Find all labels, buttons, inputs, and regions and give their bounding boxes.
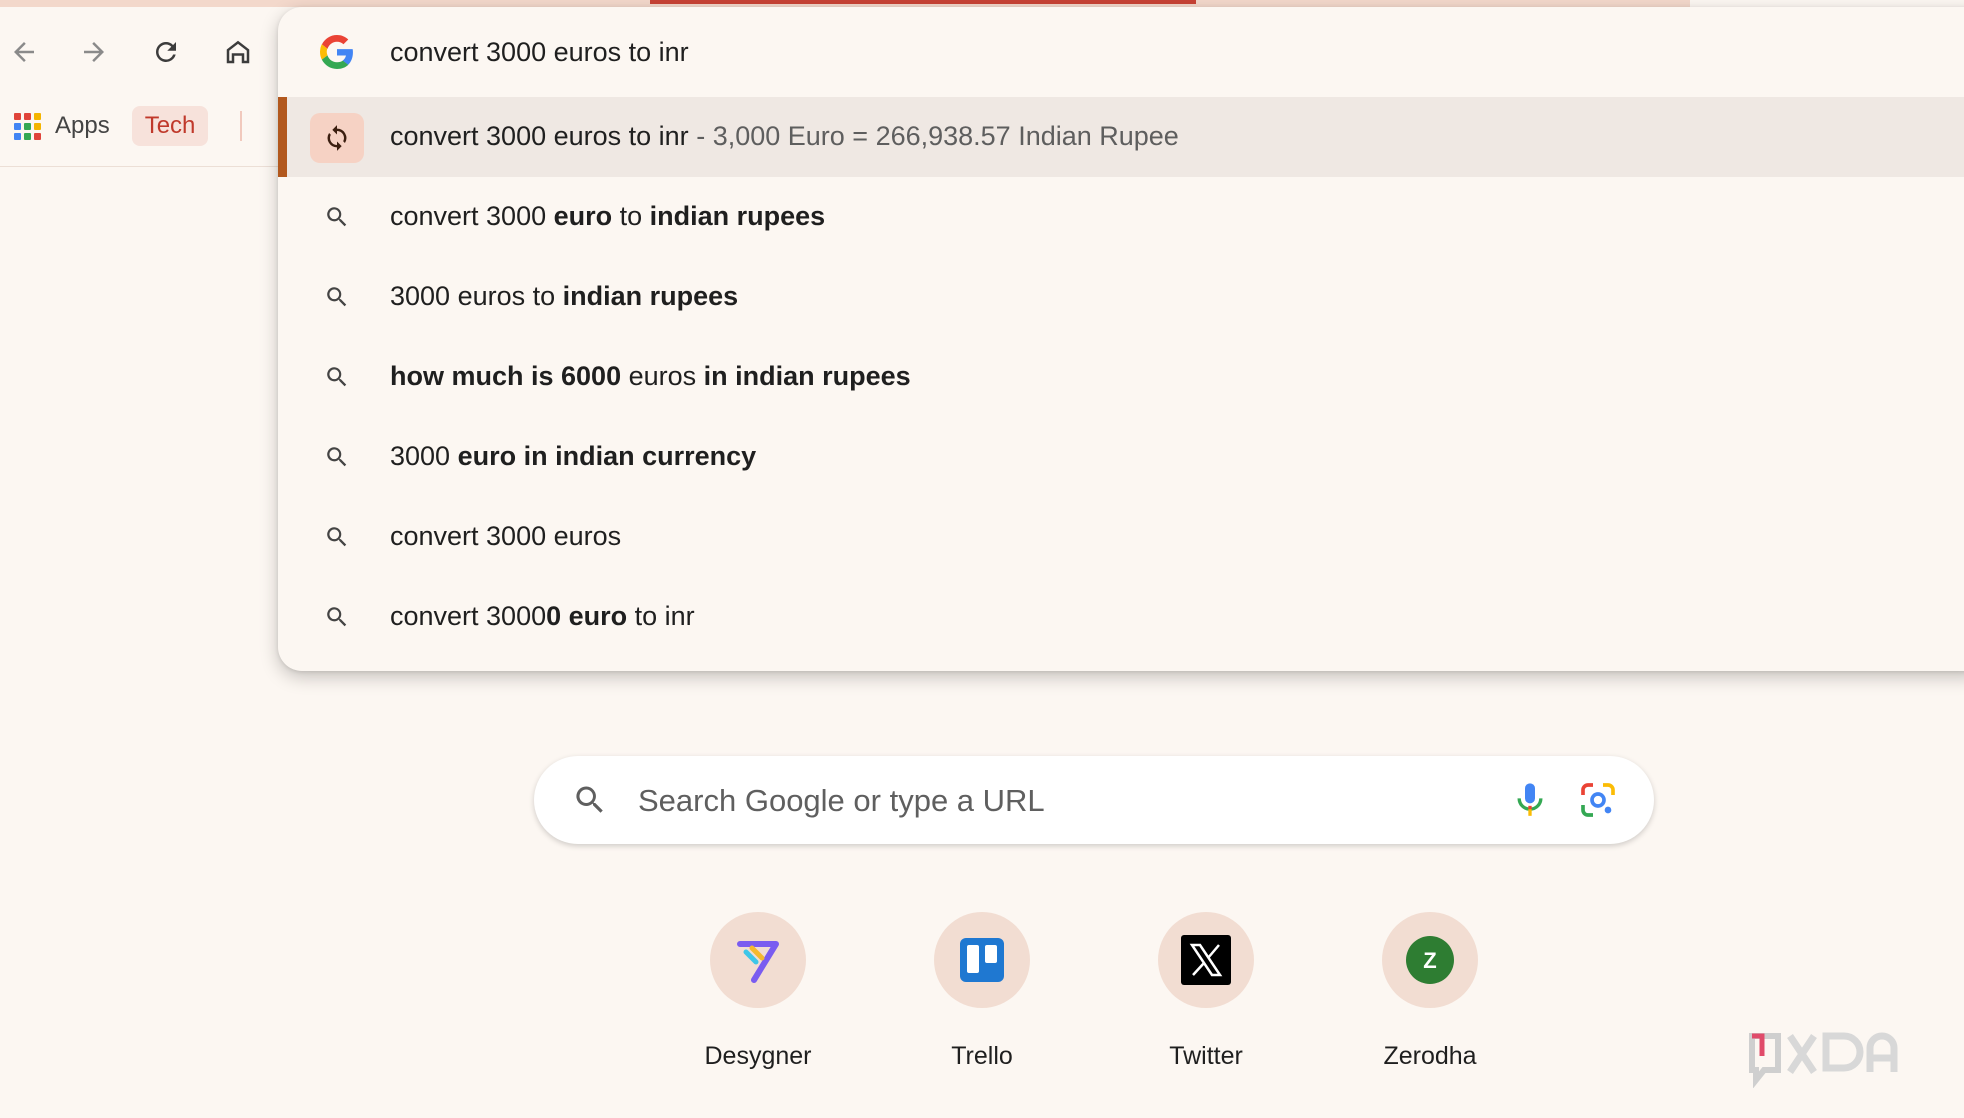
shortcut-twitter[interactable]: Twitter: [1126, 912, 1286, 1082]
search-icon: [327, 607, 347, 627]
shortcut-zerodha[interactable]: Z Zerodha: [1350, 912, 1510, 1082]
shortcut-desygner[interactable]: Desygner: [678, 912, 838, 1082]
suggestion-item[interactable]: 3000 euros to indian rupees: [278, 257, 1964, 337]
shortcut-label: Twitter: [1169, 1042, 1243, 1070]
tech-bookmark[interactable]: Tech: [131, 106, 209, 146]
arrow-right-icon: [84, 42, 104, 62]
search-icon: [327, 527, 347, 547]
bookmarks-bar: Apps Tech: [14, 104, 243, 148]
shortcut-label: Zerodha: [1383, 1042, 1477, 1070]
home-icon: [226, 40, 250, 64]
arrow-left-icon: [14, 42, 34, 62]
toolbar-divider: [0, 166, 280, 167]
search-icon: [327, 287, 347, 307]
zerodha-letter: Z: [1423, 948, 1436, 973]
xda-watermark-logo: [1749, 1032, 1898, 1088]
google-g-icon: [320, 35, 353, 69]
shortcut-label: Trello: [951, 1042, 1013, 1070]
microphone-icon[interactable]: [1510, 780, 1550, 820]
suggestion-text: convert 3000 euro to indian rupees: [390, 201, 826, 231]
apps-grid-icon: [14, 112, 41, 140]
omnibox-dropdown: convert 3000 euros to inr convert 3000 e…: [278, 7, 1964, 671]
suggestion-text: 3000 euro in indian currency: [390, 441, 757, 471]
bookmark-separator: [240, 111, 243, 141]
reload-icon: [156, 42, 176, 62]
shortcut-tile: [1158, 912, 1254, 1008]
loading-bar-fill: [650, 0, 1196, 4]
omnibox-query-text: convert 3000 euros to inr: [390, 37, 689, 67]
suggestion-text: convert 30000 euro to inr: [390, 601, 695, 631]
shortcut-tile: [934, 912, 1030, 1008]
suggestion-conversion[interactable]: convert 3000 euros to inr - 3,000 Euro =…: [278, 97, 1964, 177]
shortcut-tile: Z: [1382, 912, 1478, 1008]
reload-button[interactable]: [144, 30, 188, 74]
suggestion-item[interactable]: convert 3000 euros: [278, 497, 1964, 577]
desygner-icon: [737, 941, 779, 983]
x-logo-icon: [1181, 935, 1231, 985]
shortcut-trello[interactable]: Trello: [902, 912, 1062, 1082]
zerodha-icon: Z: [1406, 936, 1454, 984]
suggestion-item[interactable]: convert 30000 euro to inr: [278, 577, 1964, 657]
search-icon: [327, 207, 347, 227]
suggestion-text: convert 3000 euros: [390, 521, 622, 551]
conversion-answer: - 3,000 Euro = 266,938.57 Indian Rupee: [696, 121, 1179, 151]
search-icon: [327, 367, 347, 387]
suggestion-text: how much is 6000 euros in indian rupees: [390, 361, 911, 391]
search-placeholder: Search Google or type a URL: [638, 783, 1045, 818]
forward-button[interactable]: [72, 30, 116, 74]
selection-indicator: [278, 97, 287, 177]
conversion-badge: [310, 113, 364, 163]
search-icon: [327, 447, 347, 467]
ntp-search-box[interactable]: Search Google or type a URL: [534, 756, 1654, 844]
home-button[interactable]: [216, 30, 260, 74]
suggestion-text: 3000 euros to indian rupees: [390, 281, 739, 311]
back-button[interactable]: [2, 30, 46, 74]
shortcut-tile: [710, 912, 806, 1008]
suggestion-item[interactable]: how much is 6000 euros in indian rupees: [278, 337, 1964, 417]
omnibox-input-row[interactable]: convert 3000 euros to inr: [278, 7, 1964, 97]
search-icon: [576, 786, 603, 813]
suggestion-text: convert 3000 euros to inr - 3,000 Euro =…: [390, 121, 1179, 151]
suggestion-item[interactable]: convert 3000 euro to indian rupees: [278, 177, 1964, 257]
trello-icon: [960, 938, 1004, 982]
shortcut-label: Desygner: [704, 1042, 812, 1070]
browser-toolbar: Apps Tech: [0, 0, 280, 170]
apps-label: Apps: [55, 112, 110, 139]
currency-conversion-icon: [327, 125, 347, 151]
google-lens-icon[interactable]: [1578, 780, 1618, 820]
suggestion-item[interactable]: 3000 euro in indian currency: [278, 417, 1964, 497]
apps-bookmark[interactable]: Apps: [14, 112, 110, 140]
